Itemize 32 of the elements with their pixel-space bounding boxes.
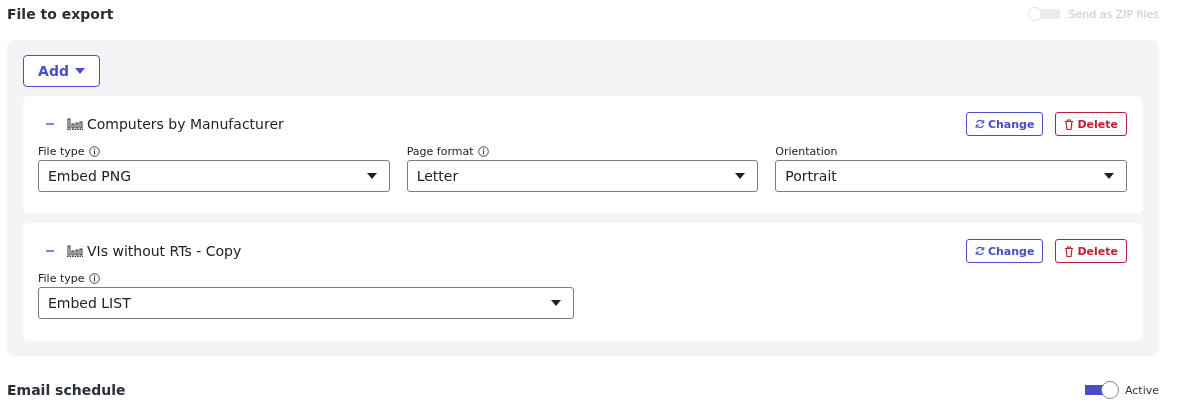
info-icon xyxy=(89,272,101,284)
change-button[interactable]: Change xyxy=(965,239,1044,263)
refresh-icon xyxy=(974,119,985,129)
dropdown[interactable]: Embed LIST xyxy=(38,287,574,319)
bar-chart-icon xyxy=(67,245,83,257)
dropdown[interactable]: Letter xyxy=(406,160,759,192)
delete-button[interactable]: Delete xyxy=(1055,112,1127,136)
caret-icon xyxy=(366,173,377,179)
caret-icon xyxy=(735,173,746,179)
bar-chart-icon xyxy=(67,118,83,130)
dropdown[interactable]: Portrait xyxy=(775,160,1127,192)
toggle-label: Active xyxy=(1124,383,1159,397)
info-icon xyxy=(478,145,490,157)
caret-icon xyxy=(551,300,561,306)
change-button[interactable]: Change xyxy=(965,112,1044,136)
file-name: Computers by Manufacturer xyxy=(87,116,284,132)
trash-icon xyxy=(1064,118,1075,130)
add-button[interactable]: Add xyxy=(23,55,100,87)
trash-icon xyxy=(1064,245,1075,257)
file-name: VIs without RTs - Copy xyxy=(87,243,242,259)
caret-icon xyxy=(1104,173,1114,179)
dropdown[interactable]: Embed PNG xyxy=(38,160,390,192)
info-icon xyxy=(89,145,101,157)
field-label: Orientation xyxy=(775,144,838,158)
section-title: Email schedule xyxy=(7,382,126,398)
delete-button[interactable]: Delete xyxy=(1055,239,1127,263)
field-label: File type xyxy=(38,271,85,285)
field-label: File type xyxy=(38,144,85,158)
caret-icon xyxy=(74,68,85,74)
field-label: Page format xyxy=(406,144,474,158)
section-title: File to export xyxy=(7,6,114,22)
refresh-icon xyxy=(974,246,985,256)
